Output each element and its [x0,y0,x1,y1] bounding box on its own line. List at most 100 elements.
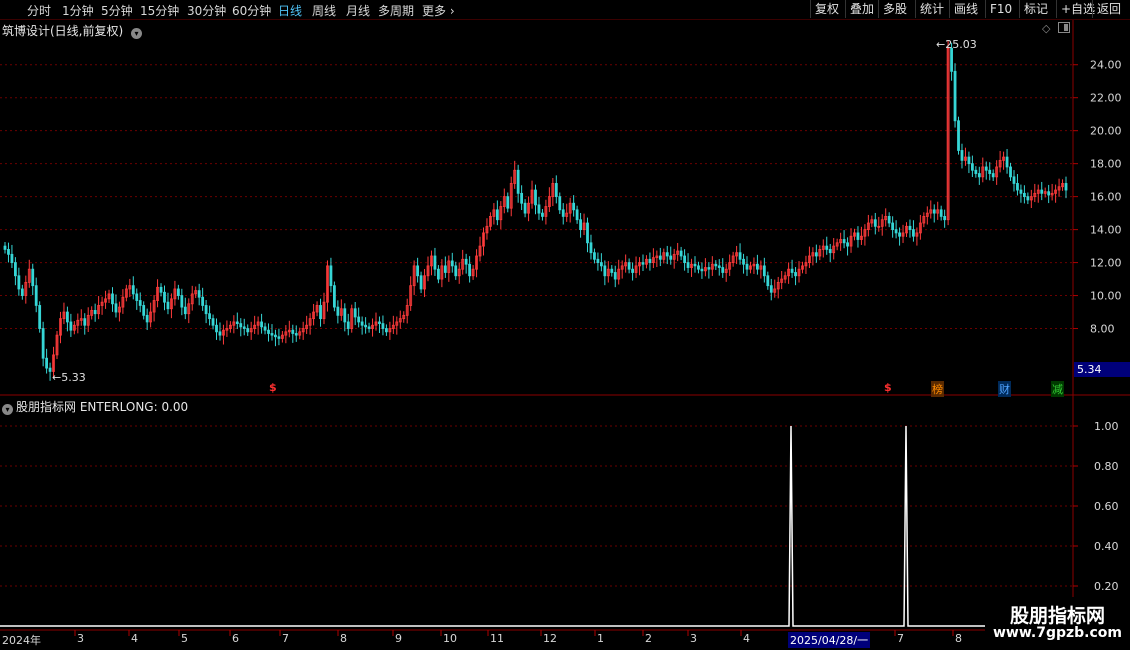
period-tab[interactable]: 15分钟 [140,2,179,19]
toolbar-button[interactable]: 返回 [1092,0,1125,18]
toolbar-button[interactable]: 复权 [810,0,843,18]
candle-body [242,326,246,329]
candle-body [1026,196,1030,201]
period-tab[interactable]: 60分钟 [232,2,271,19]
period-tab[interactable]: 月线 [346,2,370,19]
candle-body [683,255,686,263]
candle-body [846,242,849,247]
date-tick-label: 4 [743,632,750,645]
candle-body [641,262,645,265]
date-tick-label: 8 [955,632,962,645]
candle-body [10,253,14,263]
candle-body [769,285,773,293]
candle-body [346,321,350,329]
indicator-title-row: ▾ 股朋指标网 ENTERLONG: 0.00 [2,398,188,415]
event-marker-rank[interactable]: 榜 [931,381,944,397]
main-panel-title-row: 筑博设计(日线,前复权) ▾ [2,22,145,39]
toolbar-button[interactable]: 标记 [1019,0,1052,18]
period-tab[interactable]: 5分钟 [101,2,133,19]
candle-body [176,288,180,296]
panel-layout-icon[interactable] [1058,22,1070,33]
price-tick-label: 24.00 [1090,59,1122,72]
candle-body [45,357,49,369]
candle-body [686,262,690,268]
toolbar-button[interactable]: 多股 [878,0,911,18]
candle-body [842,239,846,244]
candle-body [957,120,960,151]
candle-body [561,209,565,217]
watermark: 股朋指标网 www.7gpzb.com [985,597,1130,650]
candle-body [114,303,118,313]
period-tab[interactable]: 分时 [27,2,51,19]
indicator-grid [0,425,1073,587]
toolbar-button[interactable]: 叠加 [845,0,878,18]
date-tick-label: 7 [282,632,289,645]
candle-body [360,321,364,326]
date-axis: 2024年 3 4 5 6 7 8 9 10 11 12 1 2 3 4 7 8 2025/04/28/一 [0,631,1073,650]
candle-body [163,291,166,303]
candle-body [707,267,711,270]
candle-body [260,321,263,328]
arrow-left-icon: ← [52,371,62,384]
candle-body [1019,189,1023,194]
candle-body [762,265,766,277]
candle-body [454,265,458,277]
event-marker-finance[interactable]: 财 [998,381,1011,397]
price-tick-label: 22.00 [1090,92,1122,105]
candle-body [953,70,957,122]
candle-body [20,288,24,296]
candle-body [138,300,142,306]
candle-body [586,222,589,244]
candle-body [239,323,243,328]
event-marker-dollar[interactable]: $ [269,381,277,394]
chevron-down-icon[interactable]: ▾ [131,28,143,39]
candle-body [378,321,381,324]
date-tick-label: 6 [232,632,239,645]
date-tick-label: 9 [395,632,402,645]
candle-body [558,196,562,211]
candle-body [873,219,877,227]
candle-body [894,229,898,234]
candle-body [1012,176,1016,184]
price-candles [3,40,1068,381]
candle-body [825,245,829,250]
candle-body [589,242,593,254]
period-tab[interactable]: 周线 [312,2,336,19]
candle-body [1064,183,1068,191]
event-marker-dollar[interactable]: $ [884,381,892,394]
candle-body [790,268,794,273]
chart-canvas[interactable]: 8.00 10.00 12.00 14.00 16.00 18.00 20.00 22.00 2… [0,0,1130,650]
candle-body [274,334,277,338]
period-tab[interactable]: 30分钟 [187,2,226,19]
candle-body [974,169,978,174]
candle-body [669,255,673,260]
date-tick-label: 10 [443,632,457,645]
diamond-icon[interactable]: ◇ [1042,22,1050,35]
candle-body [14,262,17,277]
toolbar-button[interactable]: F10 [985,0,1016,18]
candle-body [38,305,42,329]
chevron-down-icon[interactable]: ▾ [2,404,13,415]
period-tab[interactable]: 更多 › [422,2,455,19]
candle-body [887,216,891,224]
period-tab[interactable]: 1分钟 [62,2,94,19]
candle-body [83,318,87,326]
candle-body [66,311,69,323]
candle-body [572,202,576,211]
period-tab[interactable]: 日线 [278,2,302,19]
date-tick-label: 1 [597,632,604,645]
event-marker-reduce[interactable]: 减 [1051,381,1064,397]
candle-body [648,258,652,263]
date-tick-label: 11 [490,632,504,645]
candle-body [766,275,770,287]
price-tick-label: 20.00 [1090,125,1122,138]
date-tick-label: 5 [181,632,188,645]
candle-body [721,267,725,273]
candle-body [991,173,995,178]
toolbar-button[interactable]: 统计 [915,0,948,18]
period-tab[interactable]: 多周期 [378,2,414,19]
toolbar-button[interactable]: 画线 [949,0,982,18]
candle-body [443,265,447,273]
candle-body [31,268,35,287]
candle-body [939,209,943,217]
